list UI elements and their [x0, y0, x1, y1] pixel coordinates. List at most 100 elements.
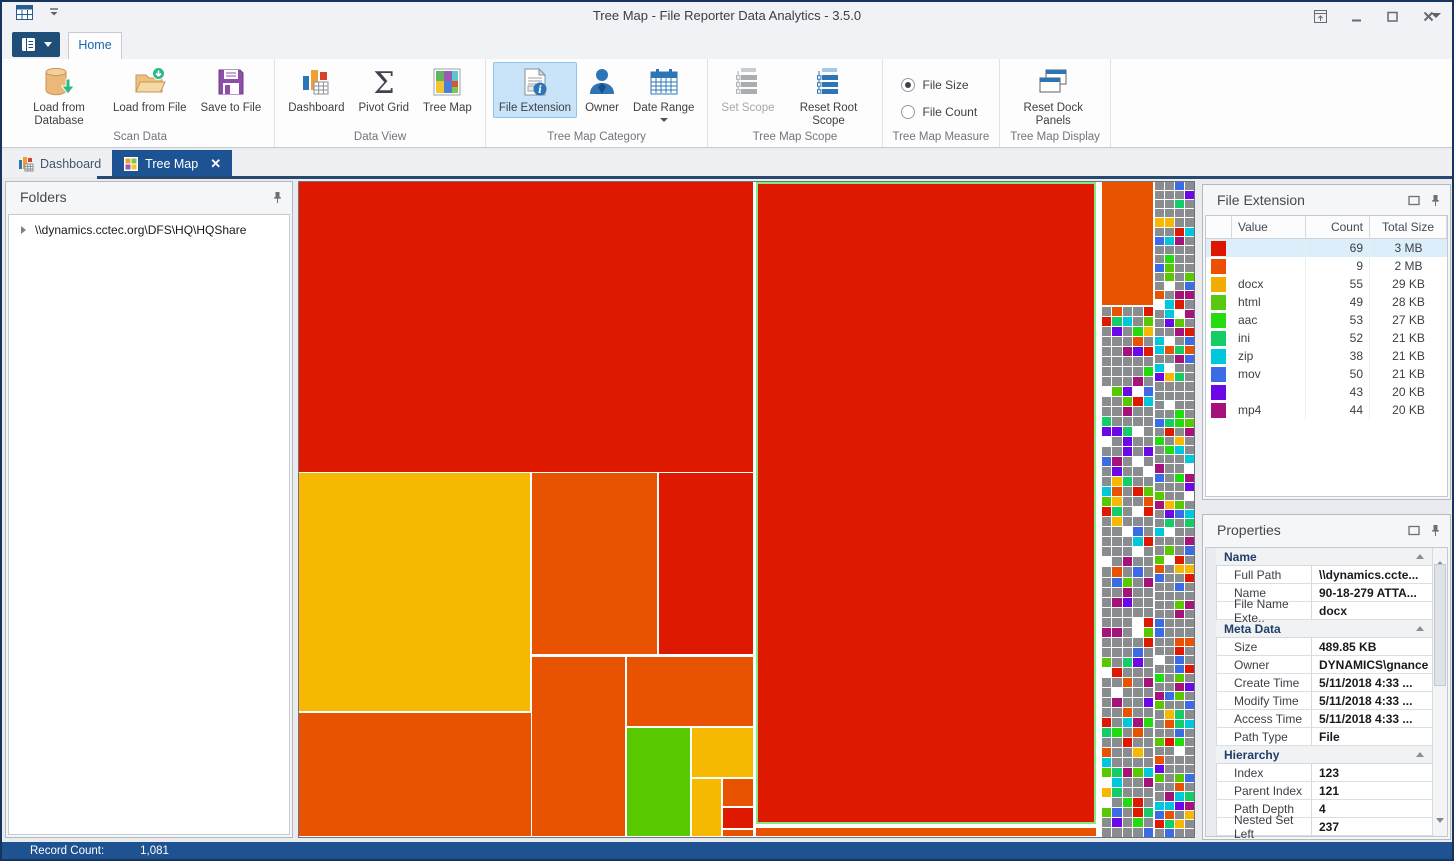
treemap-small-cell[interactable] — [1175, 528, 1184, 536]
date-range-button[interactable]: Date Range — [627, 62, 700, 125]
treemap-small-cell[interactable] — [1112, 437, 1121, 446]
treemap-small-cell[interactable] — [1165, 783, 1174, 791]
treemap-small-cell[interactable] — [1102, 457, 1111, 466]
treemap-small-cell[interactable] — [1165, 601, 1174, 609]
treemap-small-cell[interactable] — [1133, 517, 1142, 526]
treemap-small-cell[interactable] — [1112, 537, 1121, 546]
treemap-small-cell[interactable] — [1144, 808, 1153, 817]
treemap-small-cell[interactable] — [1185, 264, 1194, 272]
treemap-small-cell[interactable] — [1165, 820, 1174, 828]
treemap-small-cell[interactable] — [1123, 387, 1132, 396]
treemap-small-cell[interactable] — [1165, 437, 1174, 445]
treemap-small-cell[interactable] — [1112, 407, 1121, 416]
treemap-cell[interactable] — [532, 473, 657, 654]
treemap-small-cell[interactable] — [1133, 748, 1142, 757]
treemap-small-cell[interactable] — [1185, 200, 1194, 208]
treemap-small-cell[interactable] — [1102, 718, 1111, 727]
treemap-small-cell[interactable] — [1133, 628, 1142, 637]
treemap-small-cell[interactable] — [1112, 517, 1121, 526]
treemap-small-cell[interactable] — [1165, 282, 1174, 290]
treemap-small-cell[interactable] — [1102, 788, 1111, 797]
treemap-small-cell[interactable] — [1102, 417, 1111, 426]
treemap-small-cell[interactable] — [1155, 792, 1164, 800]
treemap-small-cell[interactable] — [1165, 182, 1174, 190]
treemap-small-cell[interactable] — [1112, 708, 1121, 717]
treemap-small-cell[interactable] — [1175, 783, 1184, 791]
treemap-small-cell[interactable] — [1165, 638, 1174, 646]
treemap-small-cell[interactable] — [1185, 373, 1194, 381]
treemap-small-cell[interactable] — [1102, 748, 1111, 757]
treemap-small-cell[interactable] — [1112, 547, 1121, 556]
property-row[interactable]: File Name Exte..docx — [1216, 602, 1432, 620]
treemap-small-cell[interactable] — [1155, 783, 1164, 791]
treemap-small-cell[interactable] — [1102, 327, 1111, 336]
total-size-column-header[interactable]: Total Size — [1370, 216, 1447, 238]
treemap-small-cell[interactable] — [1165, 692, 1174, 700]
treemap-small-cell[interactable] — [1165, 583, 1174, 591]
treemap-small-cell[interactable] — [1123, 517, 1132, 526]
treemap-small-cell[interactable] — [1165, 665, 1174, 673]
count-column-header[interactable]: Count — [1306, 216, 1370, 238]
treemap-small-cell[interactable] — [1175, 492, 1184, 500]
treemap-small-cell[interactable] — [1133, 477, 1142, 486]
treemap-small-cell[interactable] — [1185, 483, 1194, 491]
owner-button[interactable]: Owner — [579, 62, 625, 118]
treemap-small-cell[interactable] — [1155, 464, 1164, 472]
treemap-small-cell[interactable] — [1123, 427, 1132, 436]
treemap-small-cell[interactable] — [1175, 647, 1184, 655]
treemap-small-cell[interactable] — [1133, 337, 1142, 346]
treemap-small-cell[interactable] — [1185, 574, 1194, 582]
treemap-cell[interactable] — [299, 182, 753, 472]
treemap-small-cell[interactable] — [1165, 300, 1174, 308]
treemap-small-cell[interactable] — [1155, 601, 1164, 609]
treemap-small-cell[interactable] — [1112, 698, 1121, 707]
treemap-small-cell[interactable] — [1155, 720, 1164, 728]
treemap-small-cell[interactable] — [1165, 501, 1174, 509]
treemap-small-cell[interactable] — [1123, 487, 1132, 496]
load-from-database-button[interactable]: Load from Database — [13, 62, 105, 131]
treemap-small-cell[interactable] — [1144, 497, 1153, 506]
treemap-small-cell[interactable] — [1165, 802, 1174, 810]
treemap-small-cell[interactable] — [1175, 692, 1184, 700]
treemap-small-cell[interactable] — [1112, 427, 1121, 436]
treemap-small-cell[interactable] — [1175, 228, 1184, 236]
treemap-small-cell[interactable] — [1144, 638, 1153, 647]
treemap-small-cell[interactable] — [1155, 228, 1164, 236]
treemap-small-cell[interactable] — [1155, 455, 1164, 463]
collapse-group-icon[interactable] — [1416, 752, 1424, 757]
treemap-small-cell[interactable] — [1144, 517, 1153, 526]
treemap-small-cell[interactable] — [1123, 467, 1132, 476]
treemap-small-cell[interactable] — [1144, 557, 1153, 566]
treemap-small-cell[interactable] — [1112, 658, 1121, 667]
treemap-small-cell[interactable] — [1112, 337, 1121, 346]
property-row[interactable]: Size489.85 KB — [1216, 638, 1432, 656]
treemap-small-cell[interactable] — [1112, 638, 1121, 647]
treemap-small-cell[interactable] — [1165, 419, 1174, 427]
treemap-small-cell[interactable] — [1123, 718, 1132, 727]
treemap-small-cell[interactable] — [1185, 401, 1194, 409]
treemap-small-cell[interactable] — [1175, 765, 1184, 773]
treemap-small-cell[interactable] — [1175, 710, 1184, 718]
treemap-small-cell[interactable] — [1144, 387, 1153, 396]
treemap-cell[interactable] — [299, 473, 530, 711]
treemap-small-cell[interactable] — [1185, 382, 1194, 390]
treemap-small-cell[interactable] — [1123, 547, 1132, 556]
treemap-small-cell[interactable] — [1155, 729, 1164, 737]
radio-icon[interactable] — [901, 78, 915, 92]
treemap-small-cell[interactable] — [1123, 598, 1132, 607]
treemap-small-cell[interactable] — [1185, 218, 1194, 226]
treemap-small-cell[interactable] — [1102, 387, 1111, 396]
treemap-small-cell[interactable] — [1155, 747, 1164, 755]
treemap-small-cell[interactable] — [1185, 601, 1194, 609]
treemap-small-cell[interactable] — [1175, 483, 1184, 491]
treemap-small-cell[interactable] — [1123, 708, 1132, 717]
treemap-small-cell[interactable] — [1185, 820, 1194, 828]
treemap-small-cell[interactable] — [1185, 291, 1194, 299]
treemap-small-cell[interactable] — [1155, 273, 1164, 281]
treemap-small-cell[interactable] — [1175, 392, 1184, 400]
close-tab-icon[interactable]: ✕ — [210, 156, 221, 172]
treemap-small-cell[interactable] — [1102, 678, 1111, 687]
treemap-small-cell[interactable] — [1123, 507, 1132, 516]
treemap-small-cell[interactable] — [1102, 688, 1111, 697]
treemap-small-cell[interactable] — [1133, 818, 1142, 827]
